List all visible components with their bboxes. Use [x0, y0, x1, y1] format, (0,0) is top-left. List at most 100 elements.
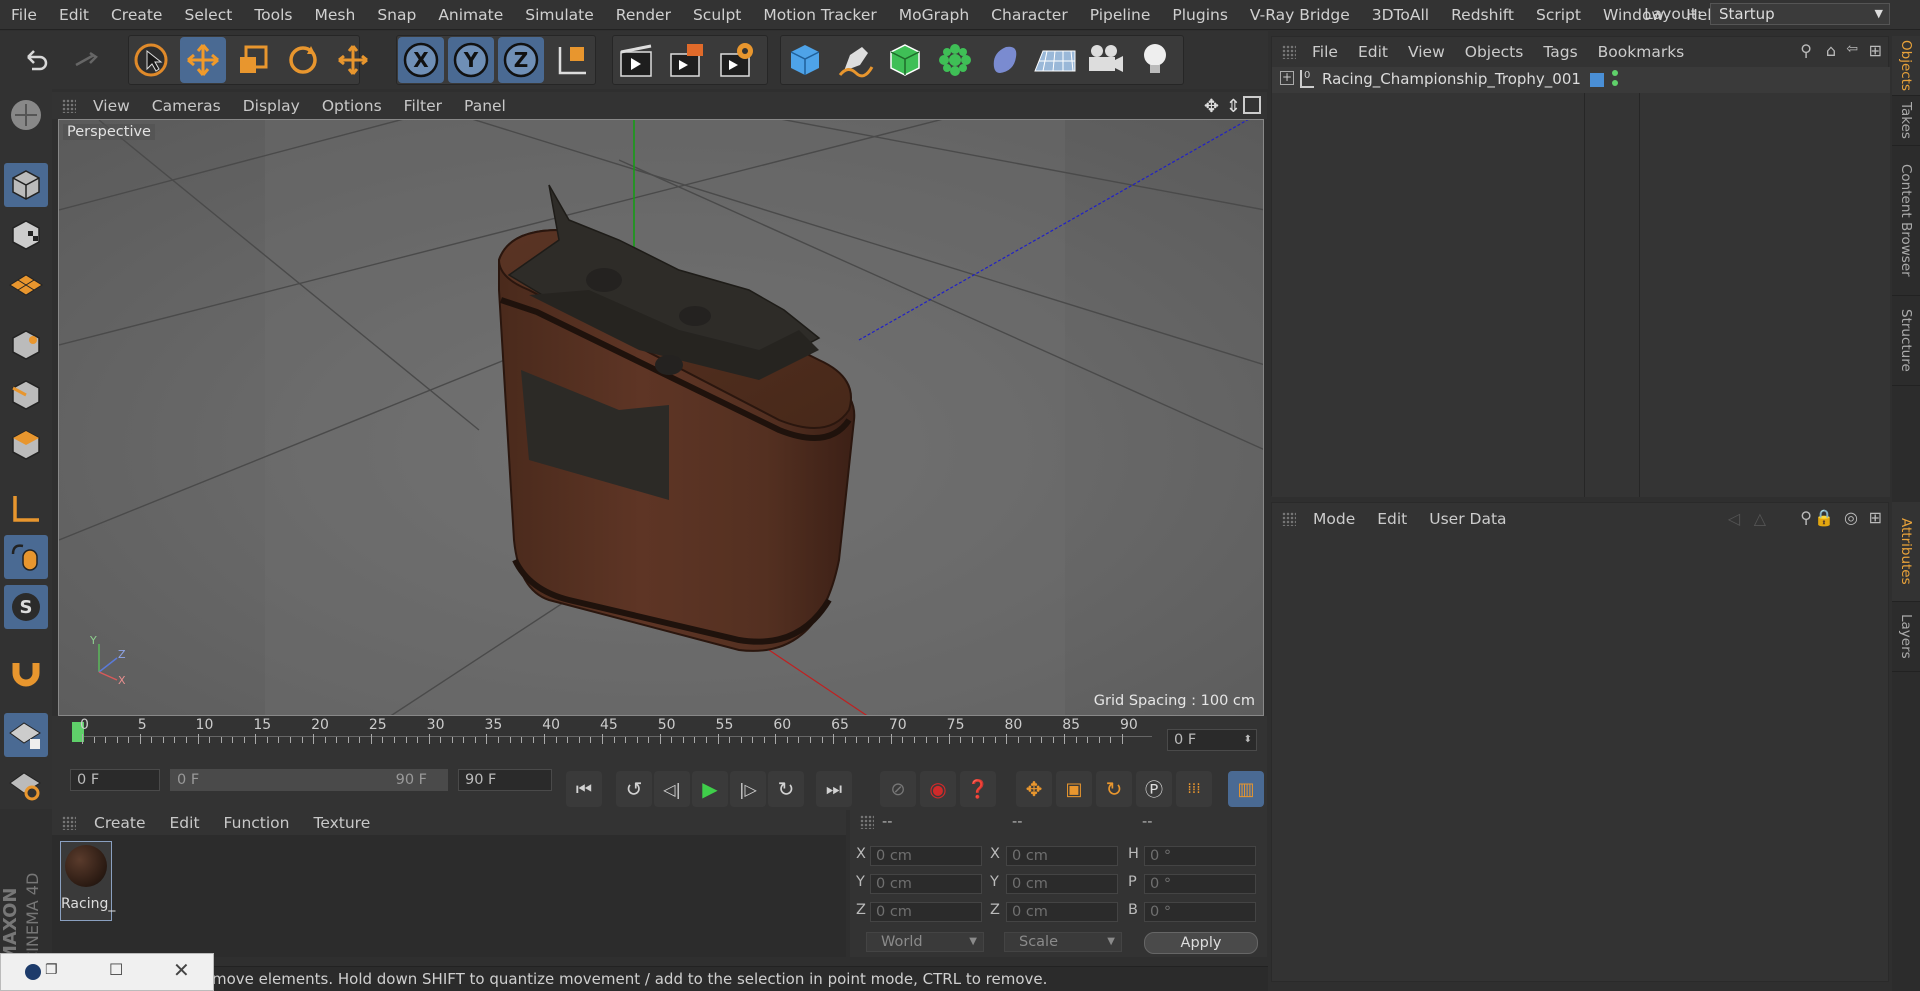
menu-sculpt[interactable]: Sculpt	[682, 0, 752, 30]
menu-character[interactable]: Character	[980, 0, 1079, 30]
light-button[interactable]	[1132, 37, 1178, 83]
viewport-menu-options[interactable]: Options	[311, 97, 393, 115]
go-to-end-button[interactable]: ⏭	[816, 771, 852, 807]
cube-button[interactable]	[782, 37, 828, 83]
panel-grip[interactable]	[62, 815, 76, 830]
search-icon[interactable]: ⚲	[1800, 41, 1812, 60]
apply-button[interactable]: Apply	[1144, 932, 1258, 954]
coordinate-system-button[interactable]	[548, 37, 594, 83]
tab-objects[interactable]: Objects	[1892, 36, 1920, 96]
model-mode-button[interactable]	[4, 163, 48, 207]
material-menu-edit[interactable]: Edit	[158, 814, 212, 832]
render-settings-button[interactable]	[714, 37, 760, 83]
preview-range-slider[interactable]: 0 F 90 F	[170, 769, 448, 791]
object-name[interactable]: Racing_Championship_Trophy_001	[1322, 70, 1581, 88]
viewport-menu-filter[interactable]: Filter	[393, 97, 453, 115]
menu-animate[interactable]: Animate	[427, 0, 514, 30]
previous-frame-button[interactable]: ◁|	[654, 771, 690, 807]
search-icon[interactable]: ⚲	[1800, 508, 1812, 527]
pos-x-field[interactable]: 0 cm	[870, 846, 982, 866]
scale-tool-button[interactable]	[230, 37, 276, 83]
start-frame-field[interactable]: 0 F	[70, 769, 160, 791]
key-rotation-button[interactable]: ↻	[1096, 771, 1132, 807]
next-key-button[interactable]: ↻	[768, 771, 804, 807]
material-menu-function[interactable]: Function	[212, 814, 302, 832]
timeline[interactable]: 0 5 10 15 20 25 30 35 40 45 50 55 60 65 70 75 80 85 90 0 F…	[52, 716, 1267, 766]
edges-mode-button[interactable]	[4, 373, 48, 417]
z-axis-button[interactable]: Z	[498, 37, 544, 83]
keyframe-selection-button[interactable]: ❓	[960, 771, 996, 807]
undo-button[interactable]	[12, 37, 58, 83]
live-selection-button[interactable]	[128, 37, 174, 83]
menu-mesh[interactable]: Mesh	[304, 0, 367, 30]
axis-mode-button[interactable]	[4, 487, 48, 531]
attributes-menu-user-data[interactable]: User Data	[1418, 510, 1517, 528]
key-parameter-button[interactable]: Ⓟ	[1136, 771, 1172, 807]
size-x-field[interactable]: 0 cm	[1006, 846, 1118, 866]
material-menu-create[interactable]: Create	[82, 814, 158, 832]
timeline-ruler[interactable]: 0 5 10 15 20 25 30 35 40 45 50 55 60 65 70 75 80 85 90	[72, 717, 1152, 754]
navigate-icon[interactable]: ⇦	[1846, 41, 1858, 57]
picture-viewer-button[interactable]	[664, 37, 710, 83]
objects-menu-bookmarks[interactable]: Bookmarks	[1588, 43, 1695, 61]
points-mode-button[interactable]	[4, 323, 48, 367]
viewport-menu-cameras[interactable]: Cameras	[141, 97, 232, 115]
subdivision-button[interactable]	[882, 37, 928, 83]
viewport-menu-display[interactable]: Display	[232, 97, 311, 115]
material-menu-texture[interactable]: Texture	[301, 814, 382, 832]
menu-snap[interactable]: Snap	[366, 0, 427, 30]
objects-menu-objects[interactable]: Objects	[1455, 43, 1534, 61]
menu-script[interactable]: Script	[1525, 0, 1592, 30]
perspective-viewport[interactable]: Y Z X Perspective Grid Spacing : 100 cm	[58, 119, 1264, 716]
target-icon[interactable]: ◎	[1844, 508, 1858, 527]
viewport-maximize-icon[interactable]	[1243, 96, 1261, 114]
pos-y-field[interactable]: 0 cm	[870, 874, 982, 894]
rotate-tool-button[interactable]	[280, 37, 326, 83]
menu-motion-tracker[interactable]: Motion Tracker	[752, 0, 887, 30]
floor-button[interactable]	[1032, 37, 1078, 83]
close-icon[interactable]: ✕	[173, 958, 190, 982]
size-mode-dropdown[interactable]: Scale ▼	[1004, 932, 1122, 952]
objects-menu-file[interactable]: File	[1302, 43, 1348, 61]
menu-pipeline[interactable]: Pipeline	[1079, 0, 1162, 30]
size-y-field[interactable]: 0 cm	[1006, 874, 1118, 894]
panel-grip[interactable]	[62, 98, 76, 113]
pen-button[interactable]	[832, 37, 878, 83]
workplane-mode-button[interactable]	[4, 263, 48, 307]
attributes-menu-edit[interactable]: Edit	[1366, 510, 1418, 528]
restore-icon[interactable]: ❐	[45, 962, 58, 978]
play-button[interactable]: ▶	[692, 771, 728, 807]
planar-workplane-button[interactable]	[4, 763, 48, 807]
make-editable-button[interactable]	[4, 93, 48, 137]
new-panel-icon[interactable]: ⊞	[1869, 41, 1882, 60]
expand-icon[interactable]: +	[1280, 71, 1294, 85]
tab-takes[interactable]: Takes	[1892, 96, 1920, 146]
camera-button[interactable]	[1082, 37, 1128, 83]
menu-create[interactable]: Create	[100, 0, 174, 30]
viewport-move-icon[interactable]: ✥	[1204, 96, 1219, 117]
panel-grip[interactable]	[1282, 45, 1296, 59]
maximize-icon[interactable]: ☐	[109, 960, 123, 979]
viewport-menu-panel[interactable]: Panel	[453, 97, 517, 115]
new-panel-icon[interactable]: ⊞	[1869, 508, 1882, 527]
deformer-button[interactable]	[982, 37, 1028, 83]
timeline-window-button[interactable]: ▥	[1228, 771, 1264, 807]
menu-file[interactable]: File	[0, 0, 48, 30]
rot-p-field[interactable]: 0 °	[1144, 874, 1256, 894]
menu-select[interactable]: Select	[173, 0, 243, 30]
render-visibility-dot[interactable]	[1612, 80, 1618, 86]
lock-icon[interactable]: 🔒	[1814, 508, 1834, 527]
objects-menu-edit[interactable]: Edit	[1348, 43, 1398, 61]
size-z-field[interactable]: 0 cm	[1006, 902, 1118, 922]
layout-dropdown[interactable]: Startup ▼	[1710, 3, 1890, 25]
key-scale-button[interactable]: ▣	[1056, 771, 1092, 807]
menu-render[interactable]: Render	[605, 0, 682, 30]
texture-mode-button[interactable]	[4, 213, 48, 257]
polygons-mode-button[interactable]	[4, 423, 48, 467]
next-frame-button[interactable]: |▷	[730, 771, 766, 807]
panel-grip[interactable]	[1282, 512, 1296, 526]
menu-tools[interactable]: Tools	[243, 0, 303, 30]
home-icon[interactable]: ⌂	[1826, 41, 1836, 60]
tab-attributes[interactable]: Attributes	[1892, 502, 1920, 602]
autokey-button[interactable]: ◉	[920, 771, 956, 807]
